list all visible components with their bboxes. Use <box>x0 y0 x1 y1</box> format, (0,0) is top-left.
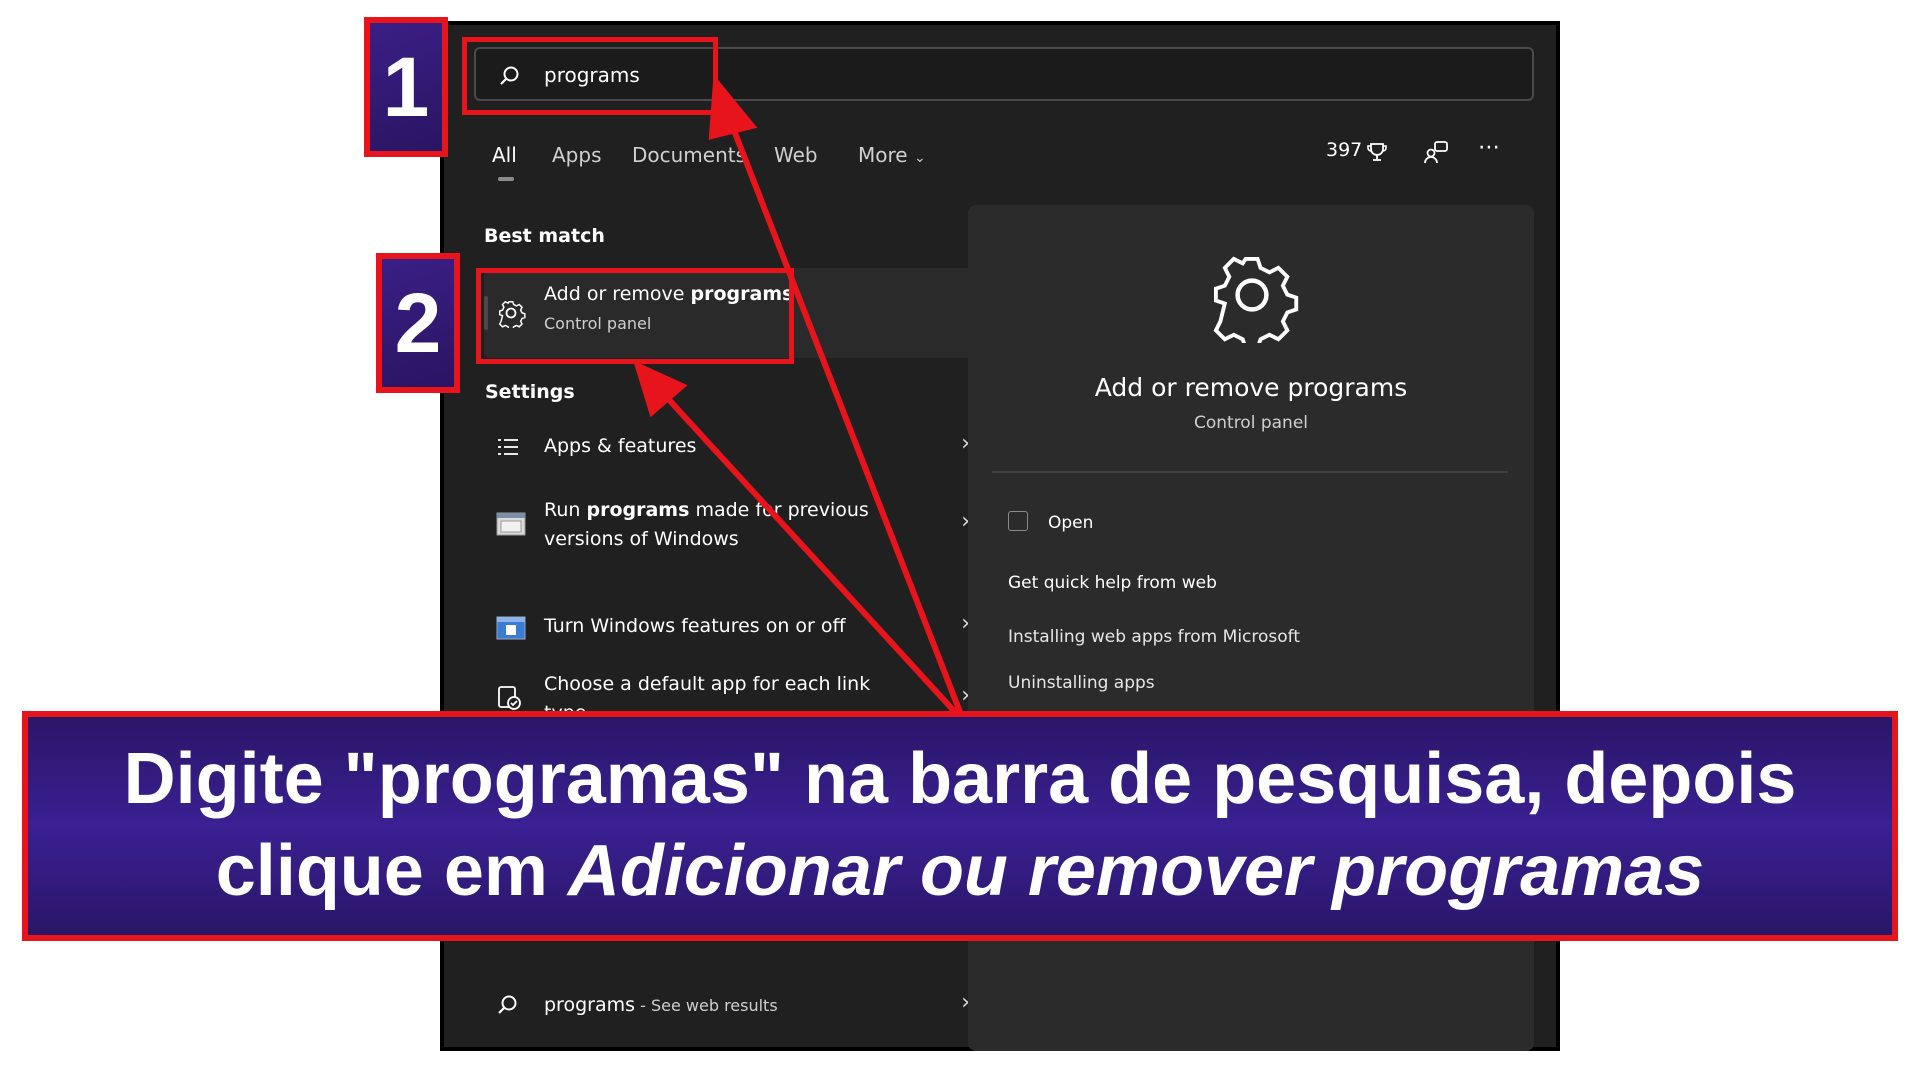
open-label: Open <box>1048 513 1094 533</box>
header-tools: 397 ⋯ <box>1326 135 1516 170</box>
settings-item-compatibility[interactable]: Run programs made for previous versions … <box>484 489 984 559</box>
instruction-banner: Digite "programas" na barra de pesquisa,… <box>22 711 1898 941</box>
web-result-item[interactable]: programs - See web results › <box>484 982 984 1032</box>
tab-web[interactable]: Web <box>774 143 818 167</box>
best-match-heading: Best match <box>484 225 605 247</box>
settings-item-label: Apps & features <box>544 435 697 457</box>
window-icon <box>496 511 526 541</box>
trophy-icon[interactable] <box>1366 141 1388 168</box>
windows-features-icon <box>496 615 526 645</box>
settings-item-label-prefix: Run <box>544 499 587 521</box>
tab-more-label: More <box>858 143 908 167</box>
help-link[interactable]: Installing web apps from Microsoft <box>1008 627 1300 647</box>
more-icon[interactable]: ⋯ <box>1478 135 1500 160</box>
highlight-search-box <box>462 37 718 115</box>
settings-item-apps-features[interactable]: Apps & features › <box>484 423 984 473</box>
banner-line-2-italic: Adicionar ou remover programas <box>567 831 1705 911</box>
chevron-down-icon: ⌄ <box>913 150 926 166</box>
tab-apps[interactable]: Apps <box>552 143 602 167</box>
help-link[interactable]: Uninstalling apps <box>1008 673 1155 693</box>
settings-heading: Settings <box>485 381 575 403</box>
tab-all[interactable]: All <box>492 143 517 167</box>
step-2-badge: 2 <box>376 253 460 393</box>
settings-item-windows-features[interactable]: Turn Windows features on or off › <box>484 605 984 655</box>
web-result-label: programs - See web results <box>544 994 778 1016</box>
highlight-best-match <box>476 268 794 364</box>
preview-subtitle: Control panel <box>1193 413 1309 433</box>
share-icon[interactable] <box>1424 139 1450 170</box>
web-result-term: programs <box>544 994 636 1016</box>
settings-item-label: Choose a default app for each link <box>544 673 871 695</box>
list-icon <box>496 435 520 463</box>
settings-item-label-bold: programs <box>586 499 690 521</box>
open-action[interactable]: Open <box>1008 511 1093 533</box>
settings-item-label-line2: versions of Windows <box>544 528 739 550</box>
tab-documents[interactable]: Documents <box>632 143 746 167</box>
rewards-points: 397 <box>1326 139 1363 161</box>
banner-line-2-prefix: clique em <box>215 831 568 911</box>
divider <box>992 471 1508 473</box>
banner-line-1: Digite "programas" na barra de pesquisa,… <box>123 739 1797 819</box>
settings-item-label: Run programs made for previous <box>544 499 869 521</box>
settings-item-label-suffix: made for previous <box>689 499 869 521</box>
banner-line-2: clique em Adicionar ou remover programas <box>28 825 1892 917</box>
help-heading: Get quick help from web <box>1008 573 1217 593</box>
gear-icon <box>1204 247 1300 351</box>
active-tab-indicator <box>498 177 514 181</box>
settings-item-label: Turn Windows features on or off <box>544 615 846 637</box>
search-icon <box>496 994 518 1020</box>
open-external-icon <box>1008 511 1028 531</box>
tab-more[interactable]: More ⌄ <box>858 143 926 167</box>
web-result-suffix: - See web results <box>635 996 778 1015</box>
step-1-badge: 1 <box>364 17 448 157</box>
preview-title: Add or remove programs <box>1094 373 1408 402</box>
